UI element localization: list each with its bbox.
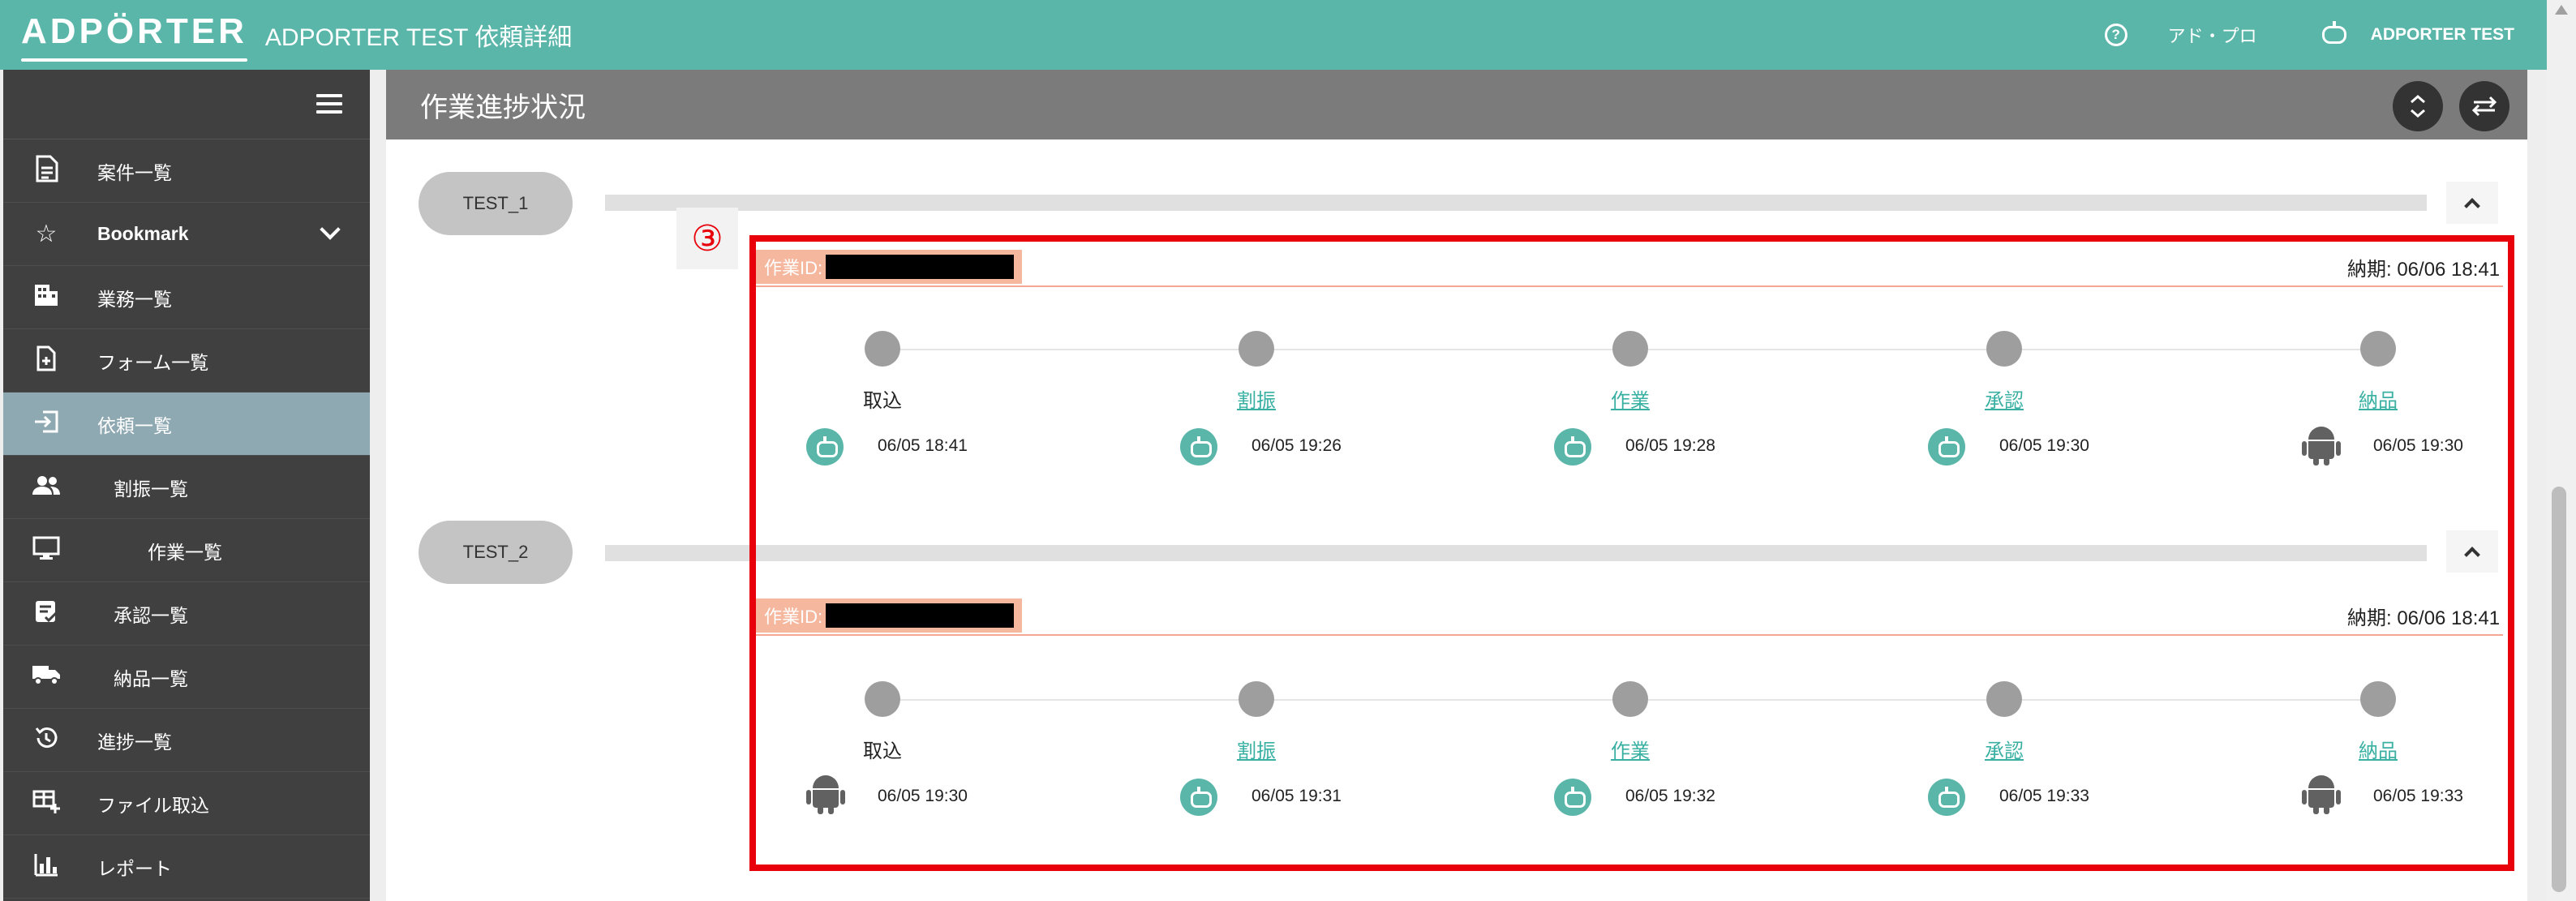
sidebar-item-label: 割振一覧: [114, 478, 188, 500]
sidebar-item-deliveries[interactable]: 納品一覧: [3, 646, 370, 709]
table-add-icon: [24, 789, 68, 818]
sidebar-item-label: 進捗一覧: [97, 731, 172, 753]
annotation-highlight-frame: [749, 235, 2514, 871]
scroll-up-arrow[interactable]: [2555, 5, 2568, 15]
sidebar-item-label: 業務一覧: [97, 288, 172, 310]
user-name[interactable]: ADPORTER TEST: [2371, 25, 2514, 45]
sidebar-item-tasks[interactable]: 作業一覧: [3, 519, 370, 582]
sidebar-item-assignments[interactable]: 割振一覧: [3, 456, 370, 519]
annotation-badge: ③: [676, 208, 738, 269]
task-divider: [605, 195, 2427, 211]
sidebar-item-label: 承認一覧: [114, 604, 188, 626]
truck-icon: [24, 663, 68, 691]
robot-icon: [2321, 21, 2346, 44]
collapse-button[interactable]: [2446, 182, 2498, 224]
checklist-icon: [24, 599, 68, 629]
sidebar: 案件一覧 ☆ Bookmark 業務一覧 フォーム一覧 依頼一覧 割振一覧 作業: [3, 70, 370, 901]
hamburger-icon[interactable]: [316, 94, 342, 114]
star-icon: ☆: [35, 220, 58, 247]
chevron-down-icon[interactable]: [320, 219, 341, 240]
progress-panel-header: 作業進捗状況: [386, 70, 2527, 139]
sidebar-item-reports[interactable]: レポート: [3, 835, 370, 899]
sidebar-item-label: ファイル取込: [97, 794, 209, 816]
unfold-icon: [2411, 95, 2425, 118]
monitor-icon: [24, 536, 68, 565]
sidebar-item-progress[interactable]: 進捗一覧: [3, 709, 370, 772]
sidebar-item-label: Bookmark: [97, 223, 189, 244]
login-icon: [24, 410, 68, 439]
sidebar-item-forms[interactable]: フォーム一覧: [3, 329, 370, 393]
file-add-icon: [24, 345, 68, 376]
app-header: ADPÖRTER ADPORTER TEST 依頼詳細 ? アド・プロ ADPO…: [0, 0, 2547, 70]
history-icon: [24, 725, 68, 756]
sidebar-item-label: 依頼一覧: [97, 414, 172, 436]
chevron-up-icon: [2464, 198, 2480, 214]
sidebar-item-label: フォーム一覧: [97, 351, 209, 373]
sidebar-item-file-import[interactable]: ファイル取込: [3, 772, 370, 835]
sidebar-item-label: 作業一覧: [148, 541, 222, 563]
scrollbar-thumb[interactable]: [2552, 487, 2566, 892]
sidebar-item-label: 案件一覧: [97, 161, 172, 183]
header-user-area: ? アド・プロ ADPORTER TEST: [2104, 0, 2514, 70]
document-icon: [24, 155, 68, 187]
expand-all-button[interactable]: [2393, 81, 2443, 131]
question-circle-icon[interactable]: ?: [2104, 24, 2127, 46]
page-title: ADPORTER TEST 依頼詳細: [264, 24, 573, 51]
swap-icon: [2471, 96, 2497, 117]
menu-toggle: [3, 70, 370, 139]
sidebar-item-approvals[interactable]: 承認一覧: [3, 582, 370, 646]
people-icon: [24, 475, 68, 500]
app-logo[interactable]: ADPÖRTER: [21, 11, 247, 62]
task-name-pill[interactable]: TEST_1: [419, 172, 573, 235]
sidebar-item-projects[interactable]: 案件一覧: [3, 139, 370, 203]
building-icon: [24, 283, 68, 312]
task-name-pill[interactable]: TEST_2: [419, 521, 573, 584]
sidebar-item-bookmark[interactable]: ☆ Bookmark: [3, 203, 370, 266]
bar-chart-icon: [24, 852, 68, 882]
sidebar-item-business[interactable]: 業務一覧: [3, 266, 370, 329]
sidebar-item-label: 納品一覧: [114, 667, 188, 689]
swap-button[interactable]: [2459, 81, 2509, 131]
panel-title: 作業進捗状況: [420, 92, 586, 123]
main-content: 作業進捗状況 TEST_1 作業ID: 納期: 06/06 18:41 取込 割…: [386, 70, 2527, 901]
user-role[interactable]: アド・プロ: [2168, 22, 2257, 48]
sidebar-item-requests[interactable]: 依頼一覧: [3, 393, 370, 456]
sidebar-item-label: レポート: [97, 857, 172, 879]
